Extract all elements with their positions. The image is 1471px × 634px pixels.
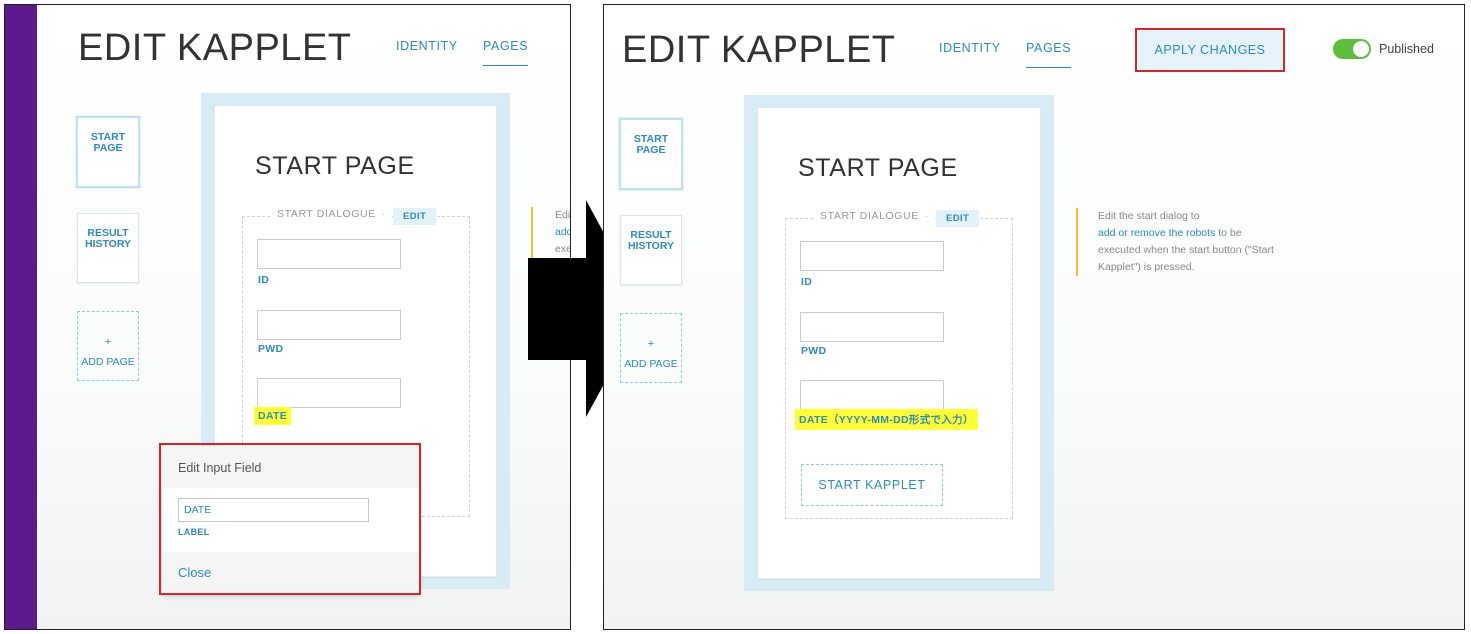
tab-identity[interactable]: IDENTITY [939, 41, 1001, 55]
popup-title: Edit Input Field [162, 446, 419, 488]
add-page-label: ADD PAGE [81, 355, 135, 368]
start-kapplet-button[interactable]: START KAPPLET [801, 464, 943, 506]
screenshot-before: EDIT KAPPLET IDENTITY PAGES START PAGE R… [4, 4, 571, 630]
page-card: START PAGE START DIALOGUE · EDIT ID PWD D… [757, 107, 1041, 579]
label-input-caption: LABEL [178, 527, 210, 537]
start-dialogue-label: START DIALOGUE · [814, 210, 935, 222]
id-input[interactable] [800, 241, 944, 271]
date-input[interactable] [257, 378, 401, 408]
app-title: EDIT KAPPLET [622, 29, 896, 71]
sidebar-item-start-page[interactable]: START PAGE [619, 118, 683, 190]
id-input[interactable] [257, 239, 401, 269]
app-sidebar-strip [5, 5, 37, 629]
published-label: Published [1379, 42, 1434, 56]
pwd-input[interactable] [800, 312, 944, 342]
tab-pages[interactable]: PAGES [1026, 41, 1072, 68]
plus-icon: + [104, 335, 112, 348]
published-toggle[interactable] [1333, 39, 1371, 59]
id-label: ID [258, 274, 270, 286]
screenshot-after: EDIT KAPPLET IDENTITY PAGES APPLY CHANGE… [603, 4, 1465, 630]
popup-close-link[interactable]: Close [162, 552, 419, 594]
date-label-highlighted: DATE（YYYY-MM-DD形式で入力） [795, 409, 978, 430]
start-dialogue-label: START DIALOGUE · [271, 208, 392, 220]
page-title: START PAGE [798, 154, 958, 182]
hint-line4: Kapplet") is pressed. [1098, 261, 1195, 273]
id-label: ID [801, 276, 813, 288]
edit-input-field-popup: Edit Input Field DATE LABEL Close [162, 446, 419, 594]
hint-line2-row: add or remove the robots to be [1098, 227, 1242, 239]
plus-icon: + [647, 337, 655, 350]
add-page-button[interactable]: + ADD PAGE [620, 313, 682, 383]
add-remove-robots-link[interactable]: add or remove the robots [1098, 227, 1215, 239]
pwd-input[interactable] [257, 310, 401, 340]
pwd-label: PWD [258, 343, 284, 355]
tab-pages[interactable]: PAGES [483, 39, 529, 66]
label-input[interactable]: DATE [178, 498, 369, 522]
start-dialog-hint: Edit the start dialog to add or remove t… [1076, 208, 1291, 276]
popup-body: DATE LABEL [162, 488, 419, 552]
edit-dialogue-button[interactable]: EDIT [936, 210, 980, 227]
page-title: START PAGE [255, 152, 415, 180]
sidebar-item-result-history[interactable]: RESULT HISTORY [77, 213, 139, 283]
pwd-label: PWD [801, 345, 827, 357]
edit-dialogue-button[interactable]: EDIT [393, 208, 437, 225]
sidebar-item-result-history[interactable]: RESULT HISTORY [620, 215, 682, 285]
add-page-label: ADD PAGE [624, 357, 678, 370]
date-label-highlighted[interactable]: DATE [254, 407, 292, 425]
apply-changes-button[interactable]: APPLY CHANGES [1138, 31, 1282, 69]
toggle-knob [1353, 41, 1369, 57]
app-title: EDIT KAPPLET [78, 27, 352, 69]
sidebar-item-start-page[interactable]: START PAGE [76, 116, 140, 188]
add-page-button[interactable]: + ADD PAGE [77, 311, 139, 381]
hint-line3: executed when the start button ("Start [1098, 244, 1274, 256]
tab-identity[interactable]: IDENTITY [396, 39, 458, 53]
hint-line1: Edit the start dialog to [1098, 210, 1200, 222]
start-dialogue-box: START DIALOGUE · EDIT ID PWD DATE（YYYY-MM… [785, 210, 1013, 519]
date-input[interactable] [800, 380, 944, 410]
